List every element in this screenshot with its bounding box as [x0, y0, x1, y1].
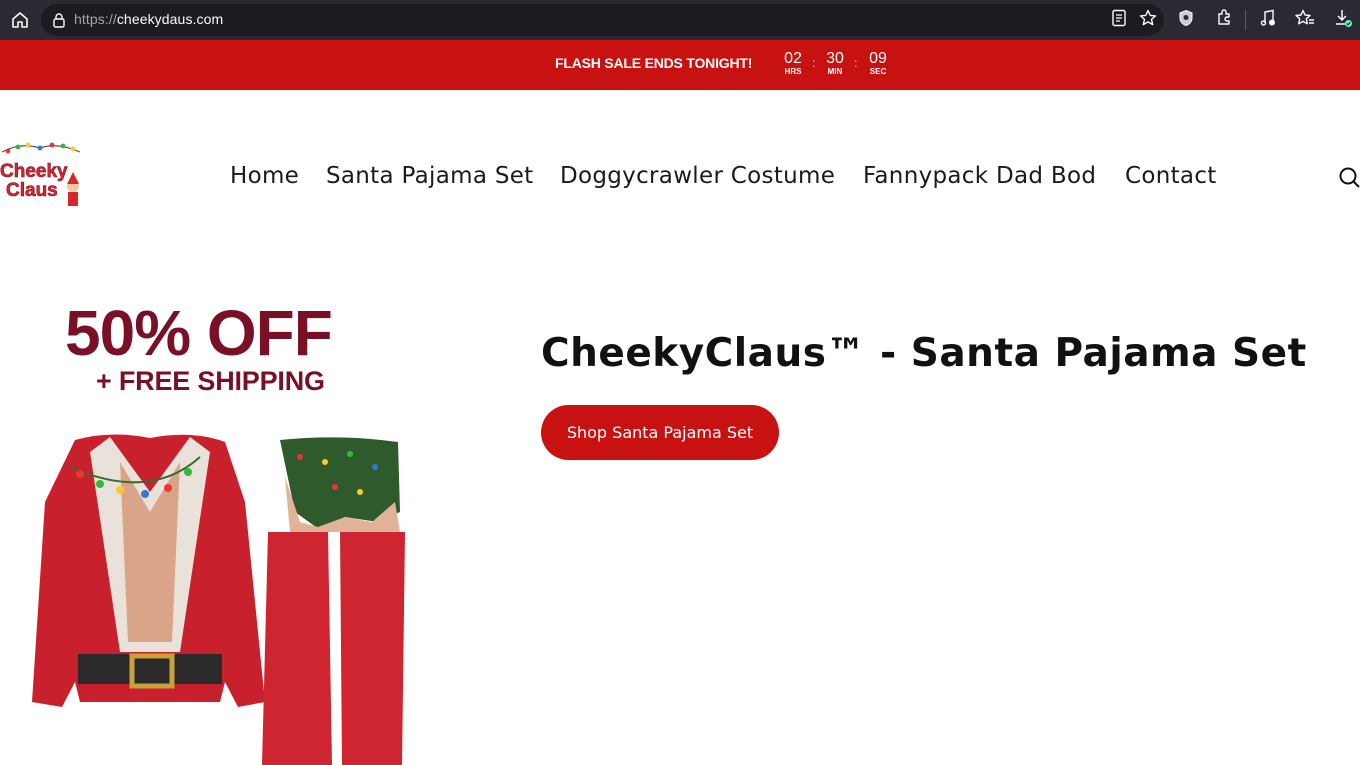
- shield-icon[interactable]: [1176, 8, 1196, 28]
- promo-headline: 50% OFF: [65, 297, 333, 369]
- download-icon[interactable]: [1333, 8, 1353, 28]
- shop-santa-pajama-set-button[interactable]: Shop Santa Pajama Set: [541, 405, 779, 460]
- nav-doggycrawler-costume[interactable]: Doggycrawler Costume: [560, 163, 835, 189]
- address-bar[interactable]: https://cheekydaus.com: [41, 4, 1164, 36]
- countdown-seconds-label: SEC: [869, 67, 887, 76]
- nav-home[interactable]: Home: [230, 163, 299, 189]
- url-domain: cheekydaus.com: [116, 11, 224, 27]
- countdown-hours-value: 02: [784, 50, 802, 67]
- countdown-minutes-value: 30: [826, 50, 844, 67]
- countdown-minutes: 30 MIN: [823, 50, 847, 76]
- promo-subline: + FREE SHIPPING: [96, 366, 325, 396]
- lock-icon[interactable]: [51, 12, 67, 28]
- media-icon[interactable]: [1258, 8, 1278, 28]
- countdown-minutes-label: MIN: [827, 67, 843, 76]
- nav-santa-pajama-set[interactable]: Santa Pajama Set: [326, 163, 534, 189]
- countdown-separator: :: [854, 56, 858, 70]
- logo-text-cheeky: Cheeky: [0, 161, 68, 182]
- logo-text-claus: Claus: [6, 180, 58, 201]
- countdown-seconds-value: 09: [869, 50, 887, 67]
- countdown-hours: 02 HRS: [781, 50, 805, 76]
- flash-sale-text: FLASH SALE ENDS TONIGHT!: [555, 55, 753, 71]
- countdown-separator: :: [812, 56, 816, 70]
- countdown-hours-label: HRS: [784, 67, 802, 76]
- reader-view-icon[interactable]: [1109, 8, 1129, 28]
- url-text[interactable]: https://cheekydaus.com: [74, 11, 223, 27]
- nav-fannypack-dad-bod[interactable]: Fannypack Dad Bod: [863, 163, 1096, 189]
- countdown-seconds: 09 SEC: [866, 50, 890, 76]
- search-icon[interactable]: [1338, 166, 1360, 190]
- home-icon[interactable]: [8, 8, 32, 32]
- bookmark-star-icon[interactable]: [1138, 8, 1158, 28]
- site-logo[interactable]: Cheeky Claus: [0, 140, 86, 210]
- toolbar-separator: [1245, 10, 1246, 30]
- favorites-icon[interactable]: [1295, 8, 1315, 28]
- nav-contact[interactable]: Contact: [1125, 163, 1217, 189]
- url-protocol: https://: [74, 11, 117, 27]
- hero-title: CheekyClaus™ - Santa Pajama Set: [541, 331, 1307, 376]
- extensions-icon[interactable]: [1214, 8, 1234, 28]
